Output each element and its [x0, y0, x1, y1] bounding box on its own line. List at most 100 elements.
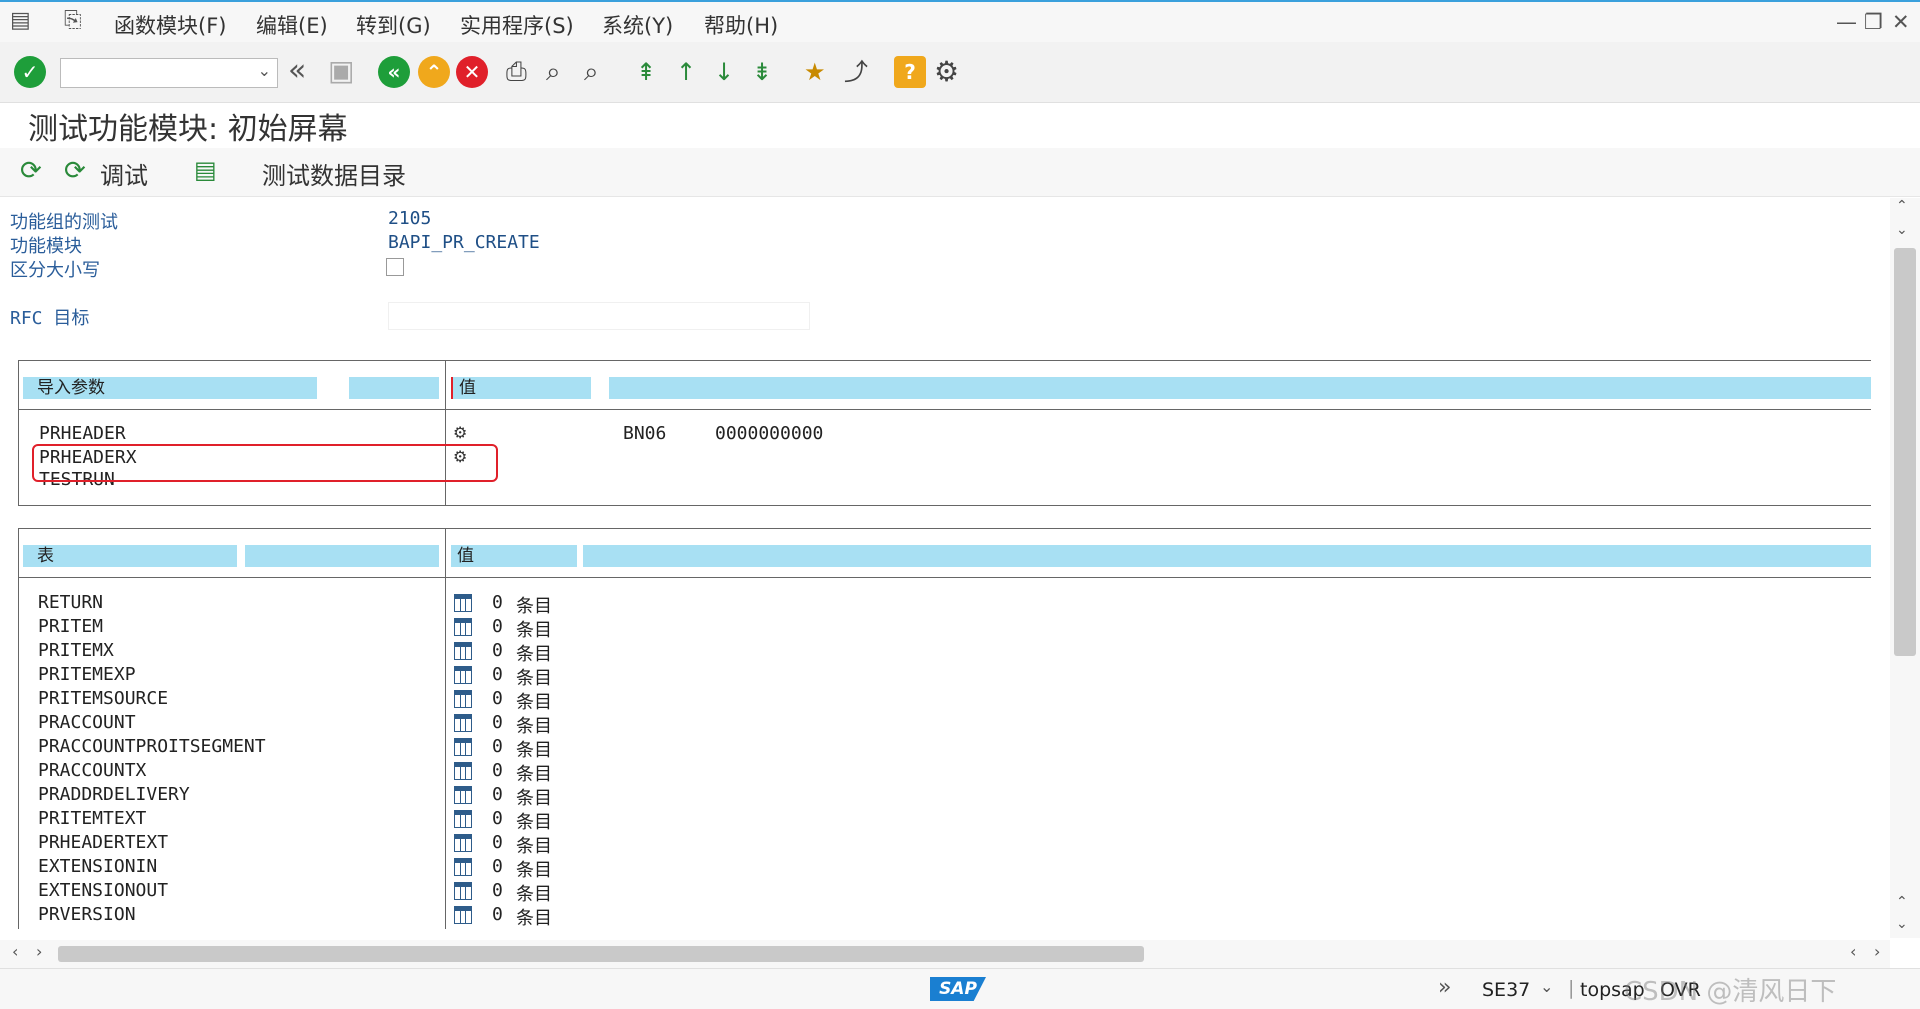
menu-icon[interactable]: ▤ — [10, 8, 31, 33]
table-icon[interactable] — [454, 594, 472, 612]
tables-header-fill — [583, 545, 1871, 567]
chevron-down-icon[interactable]: ⌄ — [258, 61, 271, 80]
customize-icon[interactable]: ⎘ — [64, 8, 82, 33]
shortcut-icon[interactable]: ⤴ — [844, 56, 876, 88]
scroll-left-icon[interactable]: ‹ — [1850, 942, 1856, 961]
rfc-target-label: RFC 目标 — [10, 308, 90, 329]
table-count: 0 — [492, 856, 503, 877]
debug-icon[interactable]: ⟳ — [64, 156, 86, 186]
table-name: PRITEMEXP — [38, 664, 136, 685]
table-icon[interactable] — [454, 834, 472, 852]
table-unit: 条目 — [516, 692, 552, 713]
table-icon[interactable] — [454, 858, 472, 876]
table-row: PRHEADERTEXT 0 条目 — [18, 832, 618, 857]
last-page-icon[interactable]: ⇟ — [752, 56, 784, 88]
table-name: RETURN — [38, 592, 104, 613]
table-icon[interactable] — [454, 906, 472, 924]
function-group-label: 功能组的测试 — [10, 212, 118, 233]
table-unit: 条目 — [516, 668, 552, 689]
structure-icon[interactable]: ⚙ — [453, 423, 475, 442]
new-session-icon[interactable]: ★ — [804, 56, 836, 88]
import-header-name: 导入参数 — [23, 377, 317, 399]
menu-edit[interactable]: 编辑(E) — [256, 10, 328, 40]
scroll-up-icon[interactable]: ⌃ — [1896, 198, 1908, 214]
execute-icon[interactable]: ⟳ — [20, 156, 42, 186]
table-icon[interactable] — [454, 810, 472, 828]
next-page-icon[interactable]: ↓ — [714, 56, 746, 88]
scroll-down-icon[interactable]: ⌄ — [1896, 916, 1908, 932]
panel-separator — [19, 409, 1871, 410]
test-data-icon[interactable]: ▤ — [194, 156, 217, 184]
table-name: PRACCOUNT — [38, 712, 136, 733]
table-icon[interactable] — [454, 642, 472, 660]
help-icon[interactable]: ? — [894, 56, 926, 88]
table-icon[interactable] — [454, 666, 472, 684]
import-header-fill — [609, 377, 1871, 399]
find-next-icon[interactable]: ⌕ — [584, 56, 616, 88]
menu-bar: ▤ ⎘ 函数模块(F) 编辑(E) 转到(G) 实用程序(S) 系统(Y) 帮助… — [0, 0, 1920, 42]
enter-check-icon[interactable]: ✓ — [14, 56, 46, 88]
print-icon[interactable]: ⎙ — [506, 56, 538, 88]
find-icon[interactable]: ⌕ — [546, 56, 578, 88]
param-prheader: PRHEADER — [39, 423, 126, 444]
menu-system[interactable]: 系统(Y) — [602, 10, 673, 40]
table-count: 0 — [492, 640, 503, 661]
sap-logo: SAP — [930, 977, 986, 1001]
command-field[interactable]: ⌄ — [60, 58, 278, 88]
table-icon[interactable] — [454, 714, 472, 732]
command-input[interactable] — [61, 59, 245, 87]
first-page-icon[interactable]: ⇞ — [636, 56, 668, 88]
table-count: 0 — [492, 712, 503, 733]
table-count: 0 — [492, 904, 503, 925]
table-row: PRITEMTEXT 0 条目 — [18, 808, 618, 833]
table-row: PRACCOUNTX 0 条目 — [18, 760, 618, 785]
tables-header-value: 值 — [451, 545, 577, 567]
horizontal-scroll-thumb[interactable] — [58, 946, 1144, 962]
table-name: PRVERSION — [38, 904, 136, 925]
previous-page-icon[interactable]: ↑ — [676, 56, 708, 88]
table-icon[interactable] — [454, 762, 472, 780]
back-icon[interactable]: « — [378, 56, 410, 88]
table-unit: 条目 — [516, 764, 552, 785]
rfc-target-input[interactable] — [388, 302, 810, 330]
double-chevron-left-icon[interactable]: « — [288, 56, 320, 88]
table-unit: 条目 — [516, 716, 552, 737]
chevron-down-icon[interactable]: ⌄ — [1540, 977, 1553, 996]
test-data-directory-button[interactable]: 测试数据目录 — [262, 156, 406, 191]
table-icon[interactable] — [454, 738, 472, 756]
expand-status-icon[interactable]: » — [1438, 975, 1451, 1000]
close-window-icon[interactable]: ✕ — [1892, 10, 1910, 34]
case-sensitive-checkbox[interactable] — [386, 258, 404, 276]
table-row: PRADDRDELIVERY 0 条目 — [18, 784, 618, 809]
import-header-value: 值 — [451, 377, 591, 399]
table-icon[interactable] — [454, 618, 472, 636]
exit-icon[interactable]: ⌃ — [418, 56, 450, 88]
restore-icon[interactable]: ❐ — [1864, 10, 1883, 34]
save-icon[interactable]: ▣ — [328, 56, 360, 88]
table-name: PRITEMSOURCE — [38, 688, 169, 709]
table-count: 0 — [492, 688, 503, 709]
watermark: CSDN @清风日下 — [1624, 977, 1837, 1007]
table-row: RETURN 0 条目 — [18, 592, 618, 617]
menu-goto[interactable]: 转到(G) — [356, 10, 431, 40]
table-icon[interactable] — [454, 882, 472, 900]
minimize-icon[interactable]: — — [1836, 10, 1857, 34]
import-header-blank — [349, 377, 439, 399]
scroll-down-icon[interactable]: ⌄ — [1896, 222, 1908, 238]
table-icon[interactable] — [454, 786, 472, 804]
table-count: 0 — [492, 784, 503, 805]
menu-utilities[interactable]: 实用程序(S) — [460, 10, 574, 40]
scroll-right-icon[interactable]: › — [36, 942, 42, 961]
menu-help[interactable]: 帮助(H) — [704, 10, 778, 40]
gear-icon[interactable]: ⚙ — [934, 56, 966, 88]
vertical-scroll-thumb[interactable] — [1894, 248, 1916, 656]
scroll-up-icon[interactable]: ⌃ — [1896, 894, 1908, 910]
debug-button[interactable]: 调试 — [100, 156, 148, 191]
cancel-icon[interactable]: ✕ — [456, 56, 488, 88]
page-title: 测试功能模块: 初始屏幕 — [28, 112, 348, 147]
scroll-right-icon[interactable]: › — [1874, 942, 1880, 961]
table-name: EXTENSIONIN — [38, 856, 158, 877]
table-icon[interactable] — [454, 690, 472, 708]
scroll-left-icon[interactable]: ‹ — [12, 942, 18, 961]
menu-function-module[interactable]: 函数模块(F) — [114, 10, 226, 40]
